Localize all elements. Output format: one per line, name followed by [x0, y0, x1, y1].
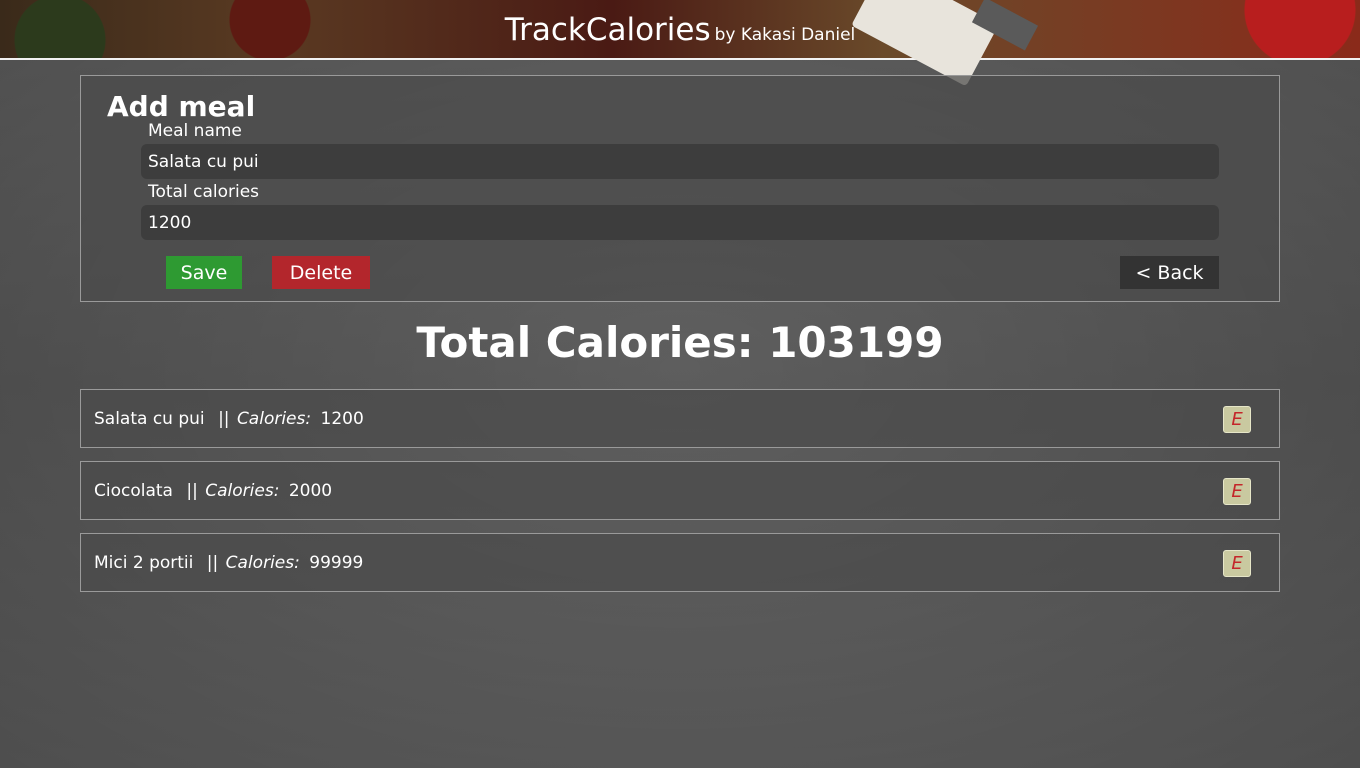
meal-calories-label: Calories:	[236, 409, 312, 429]
brand: TrackCalories by Kakasi Daniel	[0, 12, 1360, 48]
add-meal-heading: Add meal	[107, 90, 256, 123]
add-meal-panel: Add meal Meal name Total calories Save D…	[80, 75, 1280, 302]
edit-meal-button[interactable]: E	[1223, 478, 1251, 505]
meal-entry-text: Mici 2 portii || Calories: 99999	[94, 553, 363, 573]
meal-calories-label: Calories:	[205, 481, 280, 501]
total-calories-label: Total calories	[148, 182, 260, 202]
meal-separator: ||	[206, 553, 219, 573]
list-item: Mici 2 portii || Calories: 99999 E	[80, 533, 1280, 592]
app-byline: by Kakasi Daniel	[714, 25, 856, 45]
total-calories: Total Calories: 103199	[416, 318, 944, 367]
meal-calories-value: 1200	[320, 409, 364, 429]
delete-button[interactable]: Delete	[272, 256, 370, 289]
meal-name-label: Meal name	[148, 121, 242, 141]
meal-calories-value: 2000	[288, 481, 333, 501]
header: TrackCalories by Kakasi Daniel	[0, 0, 1360, 87]
meal-entry-text: Ciocolata || Calories: 2000	[94, 481, 332, 501]
total-calories-input[interactable]	[141, 205, 1219, 240]
edit-meal-button[interactable]: E	[1223, 406, 1251, 433]
meal-name: Mici 2 portii	[94, 553, 194, 573]
back-button[interactable]: < Back	[1120, 256, 1219, 289]
meal-calories-label: Calories:	[225, 553, 300, 573]
meal-separator: ||	[218, 409, 230, 429]
meal-name: Salata cu pui	[94, 409, 205, 429]
meal-name-input[interactable]	[141, 144, 1219, 179]
save-button[interactable]: Save	[166, 256, 242, 289]
app-title: TrackCalories	[504, 12, 711, 48]
list-item: Ciocolata || Calories: 2000 E	[80, 461, 1280, 520]
meal-list: Salata cu pui || Calories: 1200 E Ciocol…	[80, 389, 1280, 605]
meal-separator: ||	[186, 481, 198, 501]
list-item: Salata cu pui || Calories: 1200 E	[80, 389, 1280, 448]
meal-entry-text: Salata cu pui || Calories: 1200	[94, 409, 364, 429]
meal-name: Ciocolata	[94, 481, 173, 501]
meal-calories-value: 99999	[309, 553, 364, 573]
edit-meal-button[interactable]: E	[1223, 550, 1251, 577]
